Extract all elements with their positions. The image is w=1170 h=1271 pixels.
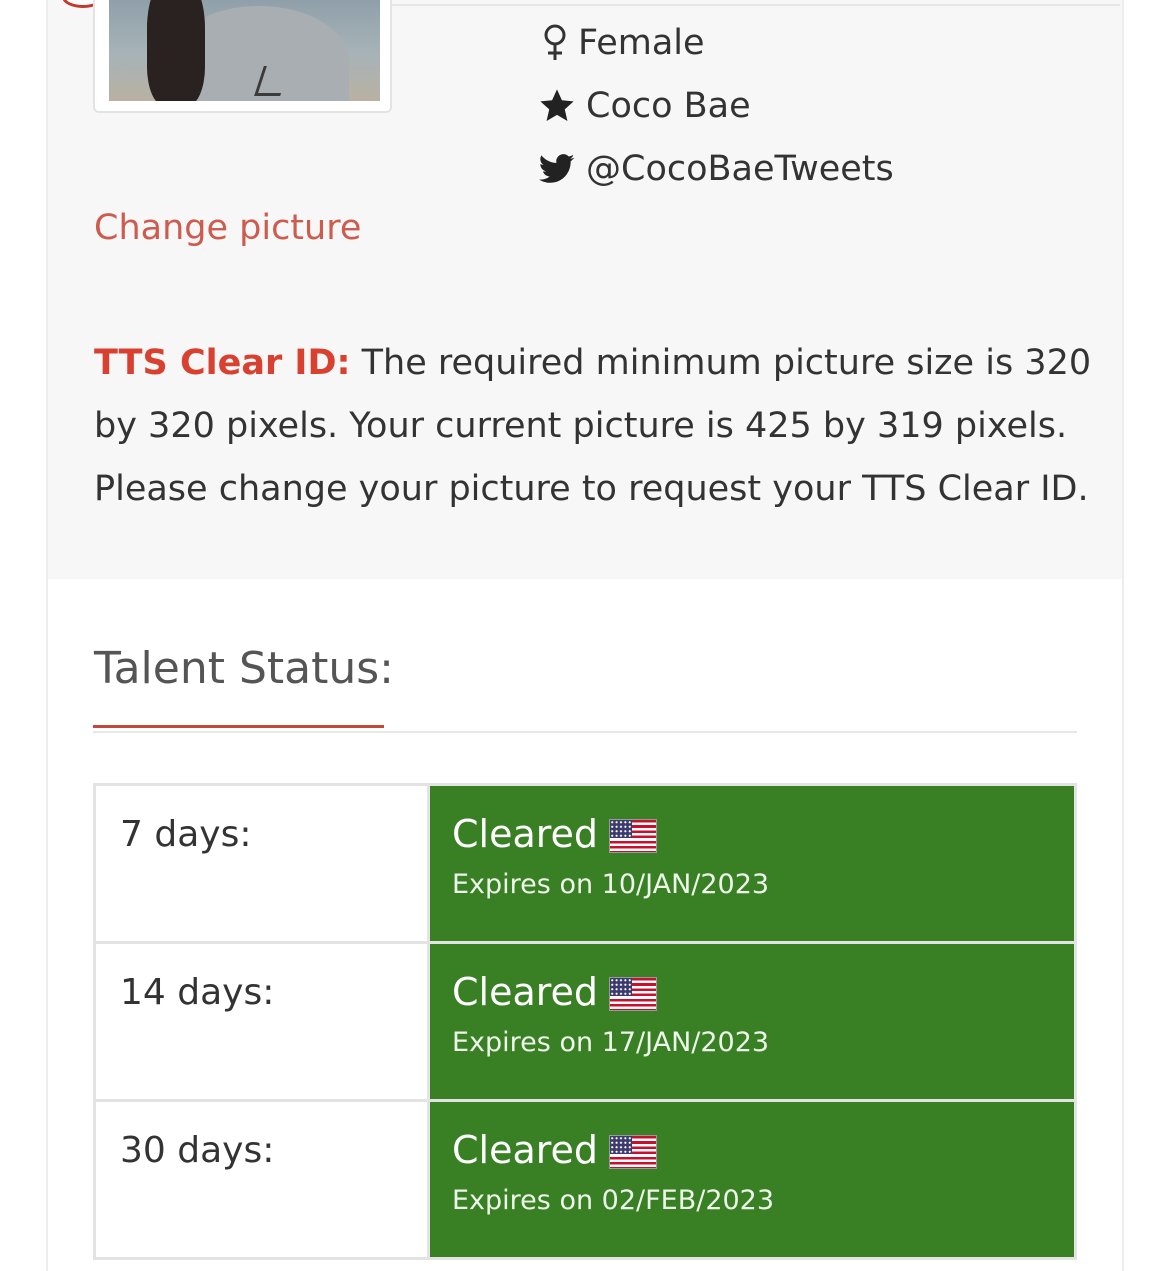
title-underline	[93, 725, 384, 728]
gender-text: Female	[578, 23, 705, 63]
us-flag-icon	[609, 1135, 658, 1169]
talent-status-table: 7 days: Cleared Expires on 10/JAN/2023 1…	[93, 783, 1077, 1260]
status-text: Cleared	[452, 1128, 599, 1172]
profile-picture	[93, 0, 392, 113]
female-icon	[538, 24, 572, 62]
table-row: 30 days: Cleared Expires on 02/FEB/2023	[93, 1099, 1077, 1260]
expiry-date: Expires on 02/FEB/2023	[452, 1185, 775, 1216]
expiry-date: Expires on 10/JAN/2023	[452, 869, 770, 900]
profile-name: Coco Bae	[538, 84, 751, 128]
status-cell: Cleared Expires on 17/JAN/2023	[427, 941, 1077, 1102]
name-text: Coco Bae	[586, 86, 751, 126]
status-text: Cleared	[452, 970, 599, 1014]
period-label: 14 days:	[93, 941, 430, 1102]
talent-status-title: Talent Status:	[94, 643, 395, 694]
page-border-right	[1122, 0, 1124, 1271]
profile-gender: Female	[538, 21, 705, 65]
star-icon	[538, 87, 576, 125]
table-row: 7 days: Cleared Expires on 10/JAN/2023	[93, 783, 1077, 944]
period-label: 7 days:	[93, 783, 430, 944]
change-picture-link[interactable]: Change picture	[94, 208, 361, 248]
profile-photo	[109, 0, 380, 101]
twitter-handle[interactable]: @CocoBaeTweets	[586, 149, 894, 189]
status-cell: Cleared Expires on 02/FEB/2023	[427, 1099, 1077, 1260]
expiry-date: Expires on 17/JAN/2023	[452, 1027, 770, 1058]
section-divider	[93, 731, 1077, 733]
us-flag-icon	[609, 977, 658, 1011]
us-flag-icon	[609, 819, 658, 853]
period-label: 30 days:	[93, 1099, 430, 1260]
notice-label: TTS Clear ID:	[94, 343, 351, 383]
profile-twitter[interactable]: @CocoBaeTweets	[538, 147, 894, 191]
table-row: 14 days: Cleared Expires on 17/JAN/2023	[93, 941, 1077, 1102]
status-text: Cleared	[452, 812, 599, 856]
status-cell: Cleared Expires on 10/JAN/2023	[427, 783, 1077, 944]
tts-clear-id-notice: TTS Clear ID: The required minimum pictu…	[94, 332, 1094, 521]
twitter-icon	[538, 150, 576, 188]
